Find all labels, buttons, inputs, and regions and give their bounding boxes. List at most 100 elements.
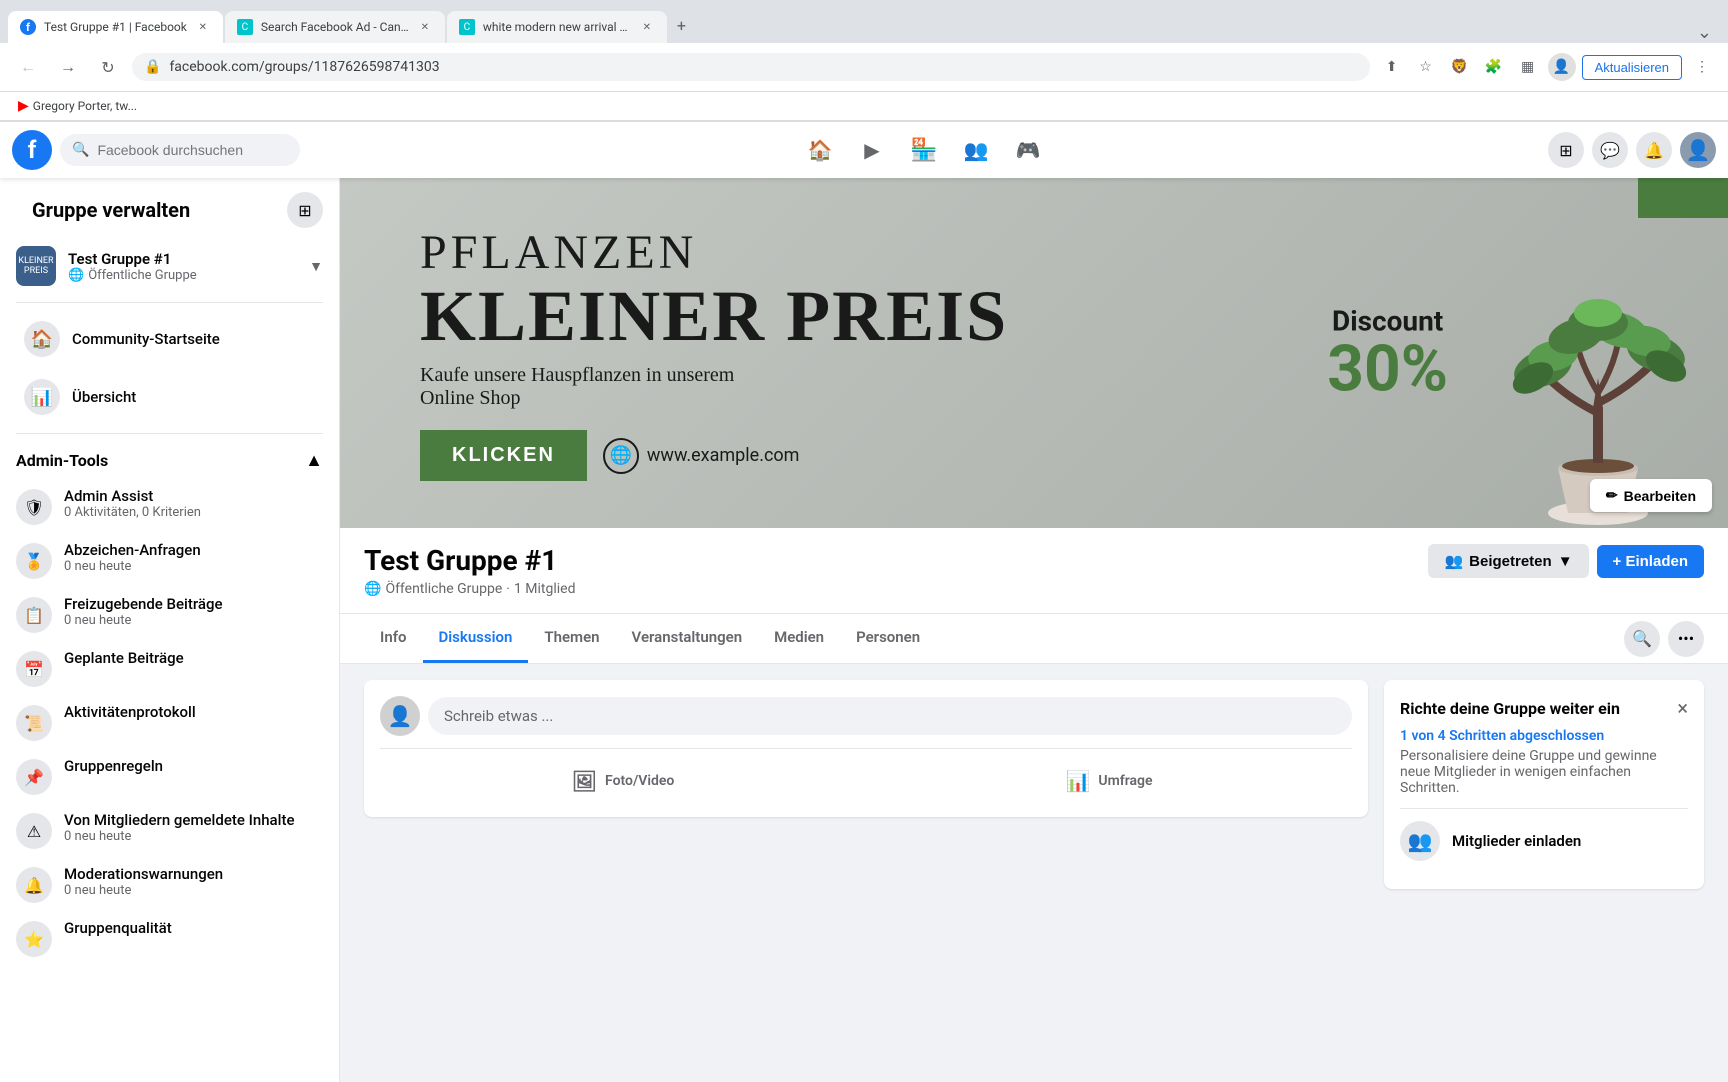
tab-close-3[interactable]: ✕ (639, 19, 655, 35)
home-nav-icon[interactable]: 🏠 (796, 126, 844, 174)
post-input[interactable]: Schreib etwas ... (428, 697, 1352, 735)
group-body: 👤 Schreib etwas ... 🖼 Foto/Video 📊 Umfra… (340, 664, 1728, 905)
top-right-green (1638, 178, 1728, 218)
pending-info: Freizugebende Beiträge 0 neu heute (64, 595, 223, 628)
tab-info[interactable]: Info (364, 614, 423, 663)
sidebar-item-quality[interactable]: ⭐ Gruppenqualität (0, 911, 339, 965)
more-tab-icon[interactable]: ••• (1668, 621, 1704, 657)
sidebar-item-rules[interactable]: 📌 Gruppenregeln (0, 749, 339, 803)
pending-icon: 📋 (16, 597, 52, 633)
pencil-icon: ✏ (1606, 487, 1618, 504)
quality-info: Gruppenqualität (64, 919, 172, 937)
group-avatar: KLEINERPREIS (16, 246, 56, 286)
tab-people[interactable]: Personen (840, 614, 936, 663)
profile-icon[interactable]: 👤 (1548, 53, 1576, 81)
star-icon[interactable]: ☆ (1412, 53, 1440, 81)
collapse-icon[interactable]: ⌄ (1697, 22, 1712, 43)
tab-events[interactable]: Veranstaltungen (616, 614, 759, 663)
reload-button[interactable]: ↻ (92, 51, 124, 83)
tab-1[interactable]: f Test Gruppe #1 | Facebook ✕ (8, 11, 223, 43)
apps-icon[interactable]: ⊞ (1548, 132, 1584, 168)
groups-nav-icon[interactable]: 👥 (952, 126, 1000, 174)
sidebar-item-reported[interactable]: ⚠ Von Mitgliedern gemeldete Inhalte 0 ne… (0, 803, 339, 857)
bookmark-youtube-icon[interactable]: ▶ Gregory Porter, tw... (12, 96, 143, 116)
group-meta: 🌐 Öffentliche Gruppe · 1 Mitglied (364, 581, 575, 597)
banner-discount: Discount 30% (1327, 305, 1448, 402)
pending-label: Freizugebende Beiträge (64, 595, 223, 613)
sidebar-header: Gruppe verwalten ⊞ (0, 190, 339, 238)
home-icon: 🏠 (24, 321, 60, 357)
setup-item-label: Mitglieder einladen (1452, 832, 1581, 850)
scheduled-label: Geplante Beiträge (64, 649, 184, 667)
joined-button[interactable]: 👥 Beigetreten ▼ (1428, 544, 1588, 578)
address-bar[interactable]: 🔒 facebook.com/groups/1187626598741303 (132, 53, 1370, 81)
group-selector[interactable]: KLEINERPREIS Test Gruppe #1 🌐 Öffentlich… (0, 238, 339, 294)
globe-banner-icon: 🌐 (603, 438, 639, 474)
joined-icon: 👥 (1444, 552, 1463, 570)
aktualisieren-button[interactable]: Aktualisieren (1582, 55, 1682, 80)
brave-icon[interactable]: 🦁 (1446, 53, 1474, 81)
menu-dots-icon[interactable]: ⋮ (1688, 53, 1716, 81)
sidebar-item-badges[interactable]: 🏅 Abzeichen-Anfragen 0 neu heute (0, 533, 339, 587)
sidebar-item-admin-assist[interactable]: 🛡 Admin Assist 0 Aktivitäten, 0 Kriterie… (0, 479, 339, 533)
chevron-joined-icon: ▼ (1558, 553, 1573, 570)
activity-label: Aktivitätenprotokoll (64, 703, 196, 721)
invite-button[interactable]: + Einladen (1597, 545, 1704, 578)
banner-pflanzen: PFLANZEN (420, 225, 1648, 280)
sidebar-toggle-button[interactable]: ⊞ (287, 192, 323, 228)
user-avatar[interactable]: 👤 (1680, 132, 1716, 168)
sidebar-item-moderation[interactable]: 🔔 Moderationswarnungen 0 neu heute (0, 857, 339, 911)
sidebar-item-activity-log[interactable]: 📜 Aktivitätenprotokoll (0, 695, 339, 749)
photo-video-icon: 🖼 (572, 769, 597, 793)
tab-close-1[interactable]: ✕ (195, 19, 211, 35)
group-name-label: Test Gruppe #1 (68, 250, 297, 268)
tab-favicon-3: C (459, 19, 475, 35)
search-input[interactable] (97, 142, 288, 158)
fb-sidebar: Gruppe verwalten ⊞ KLEINERPREIS Test Gru… (0, 178, 340, 1082)
post-poll-button[interactable]: 📊 Umfrage (866, 761, 1352, 801)
messenger-icon[interactable]: 💬 (1592, 132, 1628, 168)
sidebar-item-community[interactable]: 🏠 Community-Startseite (8, 311, 331, 367)
photo-video-label: Foto/Video (605, 773, 674, 789)
extensions-icon[interactable]: 🧩 (1480, 53, 1508, 81)
sidebar-item-scheduled[interactable]: 📅 Geplante Beiträge (0, 641, 339, 695)
tab-2[interactable]: C Search Facebook Ad - Canva ✕ (225, 11, 445, 43)
setup-card: Richte deine Gruppe weiter ein × 1 von 4… (1384, 680, 1704, 889)
forward-button[interactable]: → (52, 51, 84, 83)
back-button[interactable]: ← (12, 51, 44, 83)
tab-3[interactable]: C white modern new arrival watc... ✕ (447, 11, 667, 43)
moderation-label: Moderationswarnungen (64, 865, 223, 883)
group-title-block: Test Gruppe #1 🌐 Öffentliche Gruppe · 1 … (364, 544, 575, 597)
chevron-down-icon: ▼ (309, 258, 323, 275)
share-icon[interactable]: ⬆ (1378, 53, 1406, 81)
marketplace-nav-icon[interactable]: 🏪 (900, 126, 948, 174)
new-tab-button[interactable]: + (669, 8, 694, 43)
gaming-nav-icon[interactable]: 🎮 (1004, 126, 1052, 174)
search-tab-icon[interactable]: 🔍 (1624, 621, 1660, 657)
group-title-row: Test Gruppe #1 🌐 Öffentliche Gruppe · 1 … (364, 544, 1704, 597)
sidebar-item-pending[interactable]: 📋 Freizugebende Beiträge 0 neu heute (0, 587, 339, 641)
setup-close-button[interactable]: × (1677, 696, 1688, 720)
notifications-icon[interactable]: 🔔 (1636, 132, 1672, 168)
sidebar-item-overview[interactable]: 📊 Übersicht (8, 369, 331, 425)
bookmarks-bar: ▶ Gregory Porter, tw... (0, 92, 1728, 121)
tab-discussion[interactable]: Diskussion (423, 614, 529, 663)
video-nav-icon[interactable]: ▶ (848, 126, 896, 174)
setup-item-invite[interactable]: 👥 Mitglieder einladen (1400, 808, 1688, 873)
sidebar-toggle-icon[interactable]: ▦ (1514, 53, 1542, 81)
setup-progress: 1 von 4 Schritten abgeschlossen (1400, 728, 1688, 744)
reported-sub: 0 neu heute (64, 829, 295, 844)
post-photo-video-button[interactable]: 🖼 Foto/Video (380, 761, 866, 801)
tab-media[interactable]: Medien (758, 614, 840, 663)
edit-banner-button[interactable]: ✏ Bearbeiten (1590, 479, 1712, 512)
group-actions: 👥 Beigetreten ▼ + Einladen (1428, 544, 1704, 578)
banner-button-row: KLICKEN 🌐 www.example.com (420, 430, 1648, 481)
fb-header: f 🔍 🏠 ▶ 🏪 👥 🎮 ⊞ 💬 🔔 👤 (0, 122, 1728, 178)
search-box[interactable]: 🔍 (60, 134, 300, 166)
fb-right-icons: ⊞ 💬 🔔 👤 (1548, 132, 1716, 168)
collapse-admin-icon[interactable]: ▲ (305, 450, 323, 471)
tab-close-2[interactable]: ✕ (417, 19, 433, 35)
banner-text: PFLANZEN KLEINER PREIS Kaufe unsere Haus… (420, 225, 1648, 481)
tab-themes[interactable]: Themen (528, 614, 615, 663)
klicken-button[interactable]: KLICKEN (420, 430, 587, 481)
